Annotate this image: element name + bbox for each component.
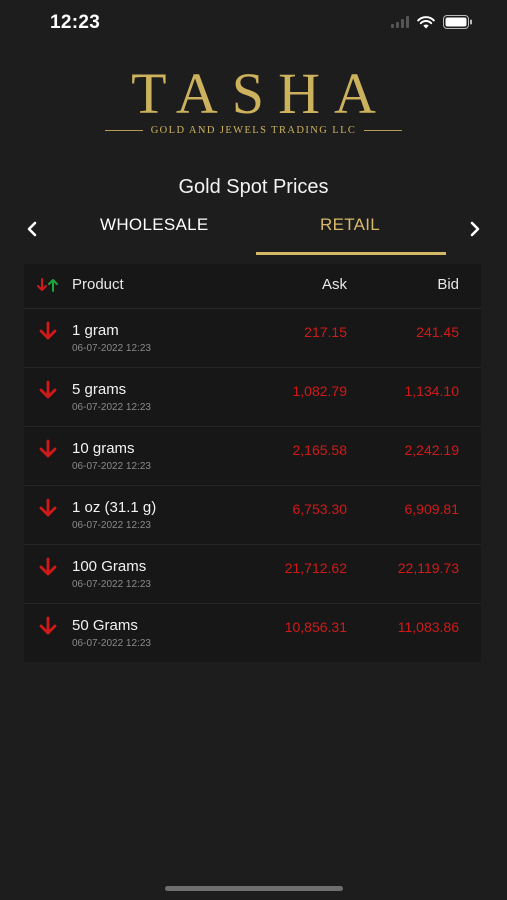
table-row[interactable]: 5 grams 06-07-2022 12:23 1,082.79 1,134.…: [24, 368, 481, 427]
down-arrow-icon: [39, 616, 57, 635]
prev-tab-button[interactable]: [20, 217, 44, 241]
ask-price: 6,753.30: [292, 501, 348, 517]
bid-price: 2,242.19: [404, 442, 460, 458]
sort-icon[interactable]: [36, 278, 60, 292]
down-arrow-icon: [39, 321, 57, 340]
product-name: 1 gram: [72, 322, 119, 339]
home-indicator[interactable]: [165, 886, 343, 891]
status-time: 12:23: [50, 12, 101, 33]
tab-retail[interactable]: RETAIL: [320, 215, 380, 235]
down-arrow-icon: [39, 498, 57, 517]
logo-subtitle-row: GOLD AND JEWELS TRADING LLC: [0, 125, 507, 136]
table-row[interactable]: 1 gram 06-07-2022 12:23 217.15 241.45: [24, 309, 481, 368]
column-header-ask: Ask: [321, 276, 347, 293]
chevron-right-icon: [470, 221, 480, 237]
column-header-bid: Bid: [437, 276, 459, 293]
column-header-product: Product: [72, 276, 124, 293]
ask-price: 2,165.58: [292, 442, 348, 458]
bid-price: 1,134.10: [404, 383, 460, 399]
logo-wordmark: TASHA: [131, 61, 390, 126]
status-icons: [391, 15, 473, 29]
battery-icon: [443, 15, 472, 29]
product-timestamp: 06-07-2022 12:23: [72, 638, 151, 649]
product-timestamp: 06-07-2022 12:23: [72, 520, 151, 531]
chevron-left-icon: [27, 221, 37, 237]
brand-logo: TASHA GOLD AND JEWELS TRADING LLC: [0, 58, 507, 142]
logo-subtitle: GOLD AND JEWELS TRADING LLC: [150, 125, 357, 136]
table-row[interactable]: 1 oz (31.1 g) 06-07-2022 12:23 6,753.30 …: [24, 486, 481, 545]
page-title: Gold Spot Prices: [178, 176, 329, 198]
product-timestamp: 06-07-2022 12:23: [72, 343, 151, 354]
active-tab-indicator: [256, 252, 446, 255]
ask-price: 217.15: [304, 324, 347, 340]
wifi-icon: [417, 15, 435, 28]
bid-price: 6,909.81: [404, 501, 460, 517]
logo-divider-left: [104, 130, 143, 131]
ask-price: 21,712.62: [284, 560, 347, 576]
status-bar: 12:23: [0, 0, 507, 46]
ask-price: 1,082.79: [292, 383, 348, 399]
product-name: 100 Grams: [72, 558, 147, 575]
bid-price: 22,119.73: [397, 560, 459, 576]
bid-price: 241.45: [416, 324, 459, 340]
bid-price: 11,083.86: [397, 619, 459, 635]
table-header: Product Ask Bid: [24, 264, 481, 309]
table-row[interactable]: 100 Grams 06-07-2022 12:23 21,712.62 22,…: [24, 545, 481, 604]
table-row[interactable]: 50 Grams 06-07-2022 12:23 10,856.31 11,0…: [24, 604, 481, 662]
product-timestamp: 06-07-2022 12:23: [72, 579, 151, 590]
down-arrow-icon: [39, 380, 57, 399]
product-name: 1 oz (31.1 g): [72, 499, 157, 516]
product-name: 10 grams: [72, 440, 135, 457]
price-tabs: WHOLESALE RETAIL: [0, 205, 507, 257]
ask-price: 10,856.31: [284, 619, 347, 635]
product-timestamp: 06-07-2022 12:23: [72, 402, 151, 413]
product-name: 5 grams: [72, 381, 127, 398]
down-arrow-icon: [39, 439, 57, 458]
logo-divider-right: [364, 130, 403, 131]
tab-wholesale[interactable]: WHOLESALE: [100, 215, 209, 235]
product-timestamp: 06-07-2022 12:23: [72, 461, 151, 472]
signal-icon: [391, 16, 409, 28]
price-table: Product Ask Bid 1 gram 06-07-2022 12:23 …: [24, 264, 481, 662]
next-tab-button[interactable]: [463, 217, 487, 241]
down-arrow-icon: [39, 557, 57, 576]
product-name: 50 Grams: [72, 617, 138, 634]
table-row[interactable]: 10 grams 06-07-2022 12:23 2,165.58 2,242…: [24, 427, 481, 486]
